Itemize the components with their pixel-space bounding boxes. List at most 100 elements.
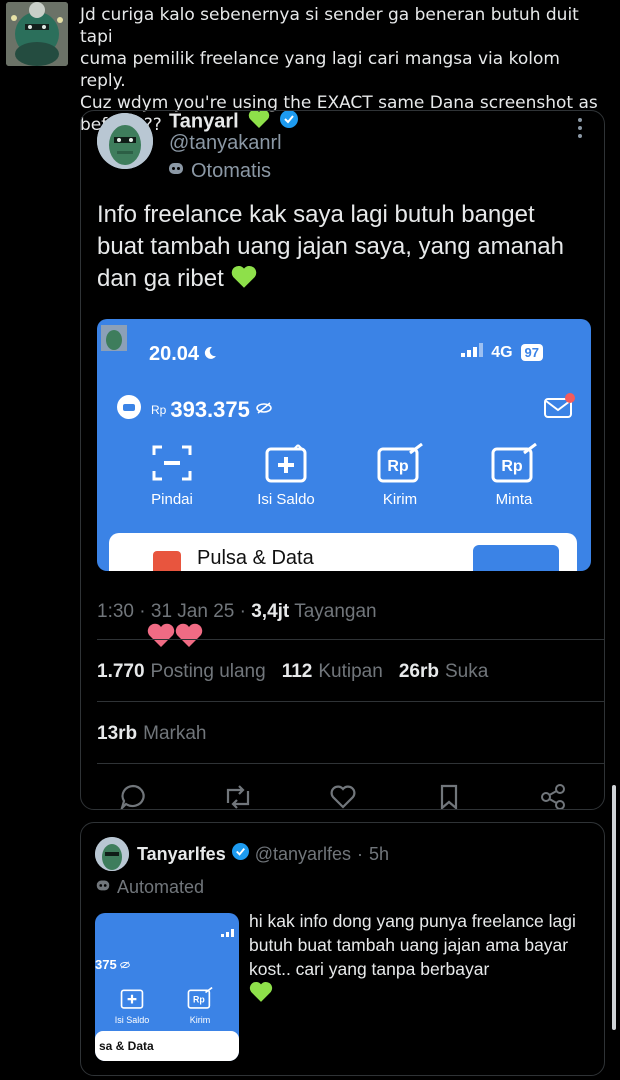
bot-icon [95, 877, 111, 898]
reply-author-handle[interactable]: @tanyarlfes [255, 844, 351, 865]
action-scan[interactable]: Pindai [127, 443, 217, 508]
verified-badge-icon [279, 111, 298, 134]
small-avatar-icon [101, 325, 127, 351]
dana-screenshot[interactable]: 20.04 4G 97 Rp 393.375 Pindai Isi Saldo … [97, 319, 591, 571]
reply-header: Tanyarlfes @tanyarlfes · 5h [137, 843, 389, 865]
action-bar [81, 783, 604, 809]
thumb-action-topup: Isi Saldo [107, 987, 157, 1025]
divider [97, 763, 604, 764]
thumb-topup-label: Isi Saldo [114, 1015, 150, 1025]
divider [97, 701, 604, 702]
reply-icon[interactable] [119, 783, 147, 809]
share-icon[interactable] [539, 783, 567, 809]
green-heart-icon [249, 981, 273, 1007]
status-time: 20.04 [149, 343, 217, 366]
send-money-icon: Rp [377, 443, 423, 483]
more-options-icon[interactable] [574, 115, 586, 141]
balance-value: 393.375 [170, 396, 250, 422]
tweet-time: 1:30 [97, 601, 134, 622]
topup-icon [265, 444, 307, 483]
thumb-pulsa-card: sa & Data [95, 1031, 239, 1061]
automated-label: Automated [95, 877, 204, 898]
action-topup-label: Isi Saldo [257, 491, 315, 508]
signal-icon [221, 929, 234, 937]
hide-balance-icon [120, 961, 131, 969]
divider [97, 639, 604, 640]
automated-label-text: Otomatis [191, 159, 272, 182]
quoted-author-handle[interactable]: @tanyakanrl [169, 132, 282, 155]
tweet-date[interactable]: 31 Jan 25 [151, 601, 234, 622]
pulsa-data-card[interactable]: Pulsa & Data [109, 533, 577, 571]
likes-label: Suka [444, 661, 489, 682]
likes-count: 26rb [398, 661, 439, 682]
reposts-stat[interactable]: 1.770 Posting ulang [97, 661, 266, 683]
svg-text:Rp: Rp [501, 458, 523, 475]
svg-text:Rp: Rp [193, 994, 205, 1004]
quoted-reply-card[interactable]: Tanyarlfes @tanyarlfes · 5h Automated 37… [80, 822, 605, 1076]
likes-stat[interactable]: 26rb Suka [399, 661, 488, 683]
status-bar-right: 4G 97 [461, 343, 543, 362]
quotes-stat[interactable]: 112 Kutipan [282, 661, 383, 683]
wallet-icon [117, 395, 141, 424]
battery-level: 97 [520, 344, 543, 361]
thumb-balance-value: 375 [95, 957, 117, 972]
thumb-action-send: Rp Kirim [175, 987, 225, 1025]
reply-age[interactable]: 5h [369, 844, 389, 865]
scan-icon [152, 445, 192, 481]
quoted-tweet-card[interactable]: Tanyarl @tanyakanrl Otomatis Info freela… [80, 110, 605, 810]
bookmarks-count: 13rb [97, 723, 138, 744]
svg-text:Rp: Rp [387, 458, 409, 475]
quotes-count: 112 [281, 661, 313, 682]
bookmark-stats: 13rb Markah [97, 723, 207, 745]
topup-icon [120, 989, 144, 1009]
automated-label: Otomatis [167, 159, 271, 183]
action-request-label: Minta [495, 491, 533, 508]
scrollbar[interactable] [612, 785, 616, 1030]
action-scan-label: Pindai [151, 491, 193, 508]
green-heart-icon [230, 265, 258, 292]
buy-button[interactable] [473, 545, 559, 571]
quoted-author-avatar[interactable] [97, 113, 153, 169]
reply-author-avatar[interactable] [95, 837, 129, 871]
thumb-send-label: Kirim [189, 1015, 211, 1025]
quoted-author-name-text[interactable]: Tanyarl [169, 111, 239, 132]
moon-icon [203, 343, 217, 366]
reply-media-thumbnail[interactable]: 375 Isi Saldo Rp Kirim sa & Data [95, 913, 239, 1061]
request-money-icon: Rp [491, 443, 537, 483]
views-count: 3,4jt [251, 601, 290, 622]
dana-balance: Rp 393.375 [117, 395, 272, 424]
pulsa-icon [153, 551, 181, 571]
quotes-label: Kutipan [318, 661, 383, 682]
bookmarks-stat[interactable]: 13rb Markah [97, 723, 207, 745]
action-send[interactable]: Rp Kirim [355, 443, 445, 508]
quoted-tweet-text: Info freelance kak saya lagi butuh bange… [97, 201, 565, 292]
reply-text: hi kak info dong yang punya freelance la… [249, 911, 576, 979]
inbox-icon[interactable] [543, 393, 575, 421]
reply-author-name[interactable]: Tanyarlfes [137, 844, 226, 865]
bookmark-icon[interactable] [435, 783, 463, 809]
action-request[interactable]: Rp Minta [469, 443, 559, 508]
hide-balance-icon[interactable] [256, 401, 272, 419]
signal-icon [461, 343, 484, 362]
reposts-label: Posting ulang [150, 661, 266, 682]
views-label: Tayangan [294, 601, 377, 622]
thumb-pulsa-label: sa & Data [99, 1039, 154, 1053]
tweet-meta: 1:30 · 31 Jan 25 · 3,4jt Tayangan [97, 601, 377, 622]
separator-dot: · [357, 843, 364, 864]
bookmarks-label: Markah [143, 723, 207, 744]
reply-body: hi kak info dong yang punya freelance la… [249, 909, 599, 1009]
pulsa-data-label: Pulsa & Data [197, 547, 314, 569]
quoted-tweet-body: Info freelance kak saya lagi butuh bange… [97, 199, 587, 295]
repost-icon[interactable] [223, 783, 251, 809]
engagement-stats: 1.770 Posting ulang 112 Kutipan 26rb Suka [97, 661, 488, 683]
author-avatar[interactable] [6, 2, 68, 66]
reposts-count: 1.770 [97, 661, 145, 682]
action-send-label: Kirim [382, 491, 418, 508]
action-topup[interactable]: Isi Saldo [241, 443, 331, 508]
automated-label-text: Automated [117, 877, 205, 897]
like-icon[interactable] [329, 783, 357, 809]
status-time-text: 20.04 [149, 343, 200, 365]
verified-badge-icon [231, 843, 249, 865]
bot-icon [167, 159, 185, 183]
currency-label: Rp [151, 402, 167, 417]
